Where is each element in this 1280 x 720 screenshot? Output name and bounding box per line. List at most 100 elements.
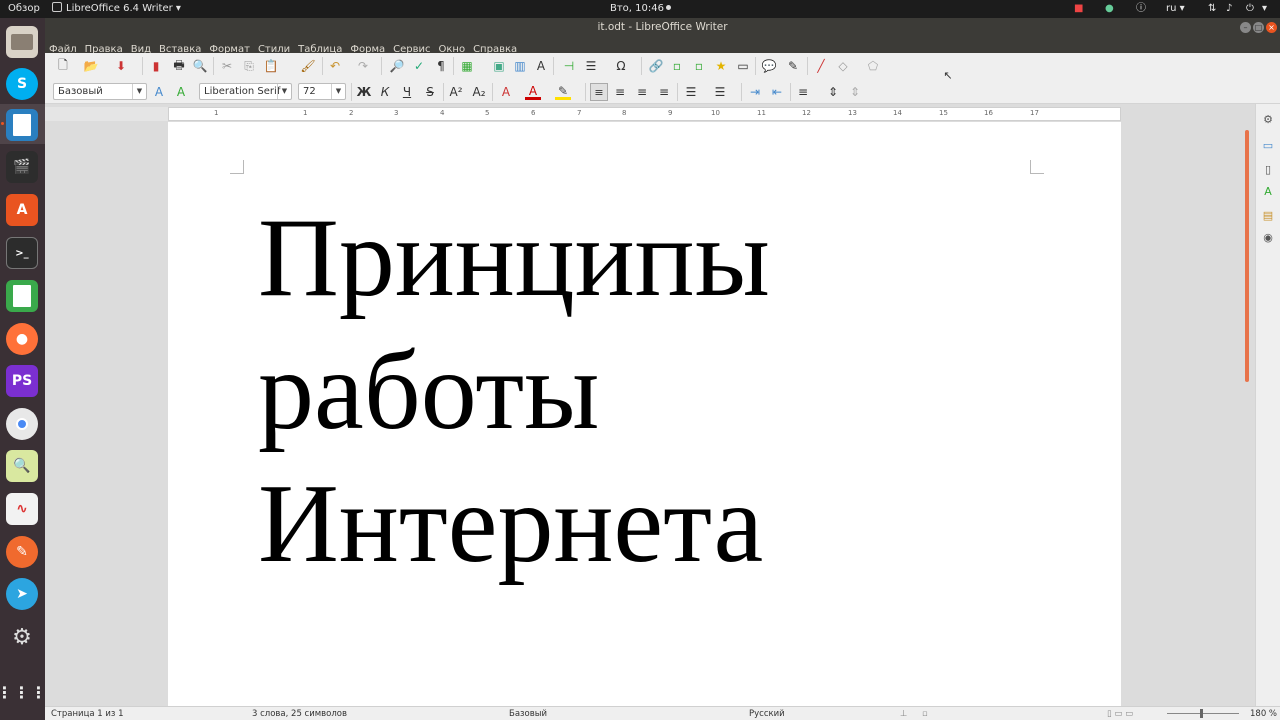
info-icon[interactable]: ⓘ bbox=[1136, 0, 1146, 18]
insert-table-icon[interactable]: ▦ bbox=[459, 58, 475, 74]
paste-icon[interactable]: 📋 bbox=[263, 58, 279, 74]
align-right-icon[interactable]: ≡ bbox=[634, 84, 650, 100]
navigator-icon[interactable]: ◉ bbox=[1261, 230, 1275, 244]
selection-mode-icon[interactable]: ▫ bbox=[922, 708, 928, 720]
settings-icon[interactable]: ⚙ bbox=[6, 621, 38, 653]
new-document-icon[interactable]: 🗋 bbox=[55, 58, 71, 74]
font-name-combo[interactable]: Liberation Serif ▼ bbox=[199, 83, 292, 100]
properties-icon[interactable]: ▭ bbox=[1261, 138, 1275, 152]
zoom-slider-handle[interactable] bbox=[1200, 709, 1203, 718]
document-page[interactable]: Принципы работы Интернета bbox=[168, 122, 1121, 706]
activities-button[interactable]: Обзор bbox=[8, 0, 40, 18]
document-body-text[interactable]: Принципы работы Интернета bbox=[258, 192, 770, 591]
formatting-marks-icon[interactable]: ¶ bbox=[433, 58, 449, 74]
bold-icon[interactable]: Ж bbox=[356, 84, 372, 100]
document-viewer-icon[interactable]: ∿ bbox=[6, 493, 38, 525]
view-layout-icon[interactable]: ▯ ▭ ▭ bbox=[1107, 708, 1133, 720]
font-size-combo[interactable]: 72 ▼ bbox=[298, 83, 346, 100]
files-icon[interactable] bbox=[6, 26, 38, 58]
video-editor-icon[interactable]: 🎬 bbox=[6, 151, 38, 183]
insert-text-box-icon[interactable]: A bbox=[533, 58, 549, 74]
bookmark-icon[interactable]: ★ bbox=[713, 58, 729, 74]
line-spacing-icon[interactable]: ≡ bbox=[795, 84, 811, 100]
firefox-icon[interactable]: ● bbox=[6, 323, 38, 355]
tray-app-icon[interactable]: ● bbox=[1105, 0, 1114, 18]
page-icon[interactable]: ▯ bbox=[1261, 162, 1275, 176]
chevron-down-icon[interactable]: ▼ bbox=[277, 84, 291, 99]
postman-icon[interactable]: ✎ bbox=[6, 536, 38, 568]
insert-mode-icon[interactable]: ⊥ bbox=[900, 708, 907, 720]
numbered-list-icon[interactable]: ☰ bbox=[712, 84, 728, 100]
line-icon[interactable]: ╱ bbox=[813, 58, 829, 74]
close-icon[interactable]: × bbox=[1266, 22, 1277, 33]
insert-image-icon[interactable]: ▣ bbox=[491, 58, 507, 74]
save-icon[interactable]: ⬇ bbox=[113, 58, 129, 74]
new-style-icon[interactable]: A bbox=[173, 84, 189, 100]
word-count-status[interactable]: 3 слова, 25 символов bbox=[252, 708, 347, 720]
skype-icon[interactable]: S bbox=[6, 68, 38, 100]
telegram-icon[interactable]: ➤ bbox=[6, 578, 38, 610]
minimize-icon[interactable]: – bbox=[1240, 22, 1251, 33]
page-break-icon[interactable]: ⊣ bbox=[561, 58, 577, 74]
libreoffice-writer-icon[interactable] bbox=[6, 109, 38, 141]
basic-shapes-icon[interactable]: ◇ bbox=[835, 58, 851, 74]
chevron-down-icon[interactable]: ▾ bbox=[1262, 0, 1267, 18]
power-icon[interactable]: ⏻ bbox=[1246, 0, 1254, 18]
page-style-status[interactable]: Базовый bbox=[509, 708, 547, 720]
increase-indent-icon[interactable]: ⇥ bbox=[747, 84, 763, 100]
cut-icon[interactable]: ✂ bbox=[219, 58, 235, 74]
volume-icon[interactable]: ♪ bbox=[1226, 0, 1232, 18]
redo-icon[interactable]: ↷ bbox=[355, 58, 371, 74]
language-indicator[interactable]: ru ▾ bbox=[1166, 0, 1185, 18]
chevron-down-icon[interactable]: ▼ bbox=[331, 84, 345, 99]
zoom-slider[interactable] bbox=[1167, 713, 1239, 714]
footnote-icon[interactable]: ▫ bbox=[669, 58, 685, 74]
screen-record-icon[interactable]: ■ bbox=[1074, 0, 1083, 18]
copy-icon[interactable]: ⎘ bbox=[241, 58, 257, 74]
horizontal-ruler[interactable]: 1 1 2 3 4 5 6 7 8 9 10 11 12 13 14 15 16… bbox=[168, 107, 1121, 121]
print-preview-icon[interactable]: 🔍 bbox=[192, 58, 208, 74]
sidebar-settings-icon[interactable]: ⚙ bbox=[1261, 112, 1275, 126]
align-center-icon[interactable]: ≡ bbox=[612, 84, 628, 100]
highlight-icon[interactable]: ✎ bbox=[555, 84, 571, 100]
gallery-icon[interactable]: ▤ bbox=[1261, 208, 1275, 222]
clear-formatting-icon[interactable]: A bbox=[498, 84, 514, 100]
maximize-icon[interactable]: □ bbox=[1253, 22, 1264, 33]
terminal-icon[interactable]: >_ bbox=[6, 237, 38, 269]
endnote-icon[interactable]: ▫ bbox=[691, 58, 707, 74]
libreoffice-calc-icon[interactable] bbox=[6, 280, 38, 312]
insert-chart-icon[interactable]: ▥ bbox=[512, 58, 528, 74]
image-viewer-icon[interactable]: 🔍 bbox=[6, 450, 38, 482]
clock[interactable]: Вто, 10:46 bbox=[610, 0, 671, 18]
comment-icon[interactable]: 💬 bbox=[761, 58, 777, 74]
print-icon[interactable]: 🖶 bbox=[171, 58, 187, 74]
align-left-icon[interactable]: ≡ bbox=[590, 83, 608, 101]
draw-functions-icon[interactable]: ⬠ bbox=[865, 58, 881, 74]
language-status[interactable]: Русский bbox=[749, 708, 785, 720]
underline-icon[interactable]: Ч bbox=[399, 84, 415, 100]
bullet-list-icon[interactable]: ☰ bbox=[683, 84, 699, 100]
strikethrough-icon[interactable]: S bbox=[422, 84, 438, 100]
update-style-icon[interactable]: A bbox=[151, 84, 167, 100]
paragraph-style-combo[interactable]: Базовый ▼ bbox=[53, 83, 147, 100]
spelling-icon[interactable]: ✓ bbox=[411, 58, 427, 74]
phpstorm-icon[interactable]: PS bbox=[6, 365, 38, 397]
undo-icon[interactable]: ↶ bbox=[327, 58, 343, 74]
window-titlebar[interactable]: it.odt - LibreOffice Writer – □ × bbox=[45, 18, 1280, 37]
hyperlink-icon[interactable]: 🔗 bbox=[648, 58, 664, 74]
increase-paragraph-spacing-icon[interactable]: ⇕ bbox=[825, 84, 841, 100]
italic-icon[interactable]: К bbox=[377, 84, 393, 100]
superscript-icon[interactable]: A² bbox=[448, 84, 464, 100]
app-menu[interactable]: LibreOffice 6.4 Writer ▾ bbox=[52, 0, 181, 18]
font-color-icon[interactable]: A bbox=[525, 84, 541, 100]
vertical-scrollbar[interactable] bbox=[1245, 130, 1249, 382]
show-applications-icon[interactable]: ⋮⋮⋮ bbox=[0, 676, 47, 708]
special-character-icon[interactable]: Ω bbox=[613, 58, 629, 74]
cross-reference-icon[interactable]: ▭ bbox=[735, 58, 751, 74]
styles-icon[interactable]: A bbox=[1261, 184, 1275, 198]
software-center-icon[interactable]: A bbox=[6, 194, 38, 226]
insert-field-icon[interactable]: ☰ bbox=[583, 58, 599, 74]
open-icon[interactable]: 📂 bbox=[83, 58, 99, 74]
justify-icon[interactable]: ≡ bbox=[656, 84, 672, 100]
track-changes-icon[interactable]: ✎ bbox=[785, 58, 801, 74]
